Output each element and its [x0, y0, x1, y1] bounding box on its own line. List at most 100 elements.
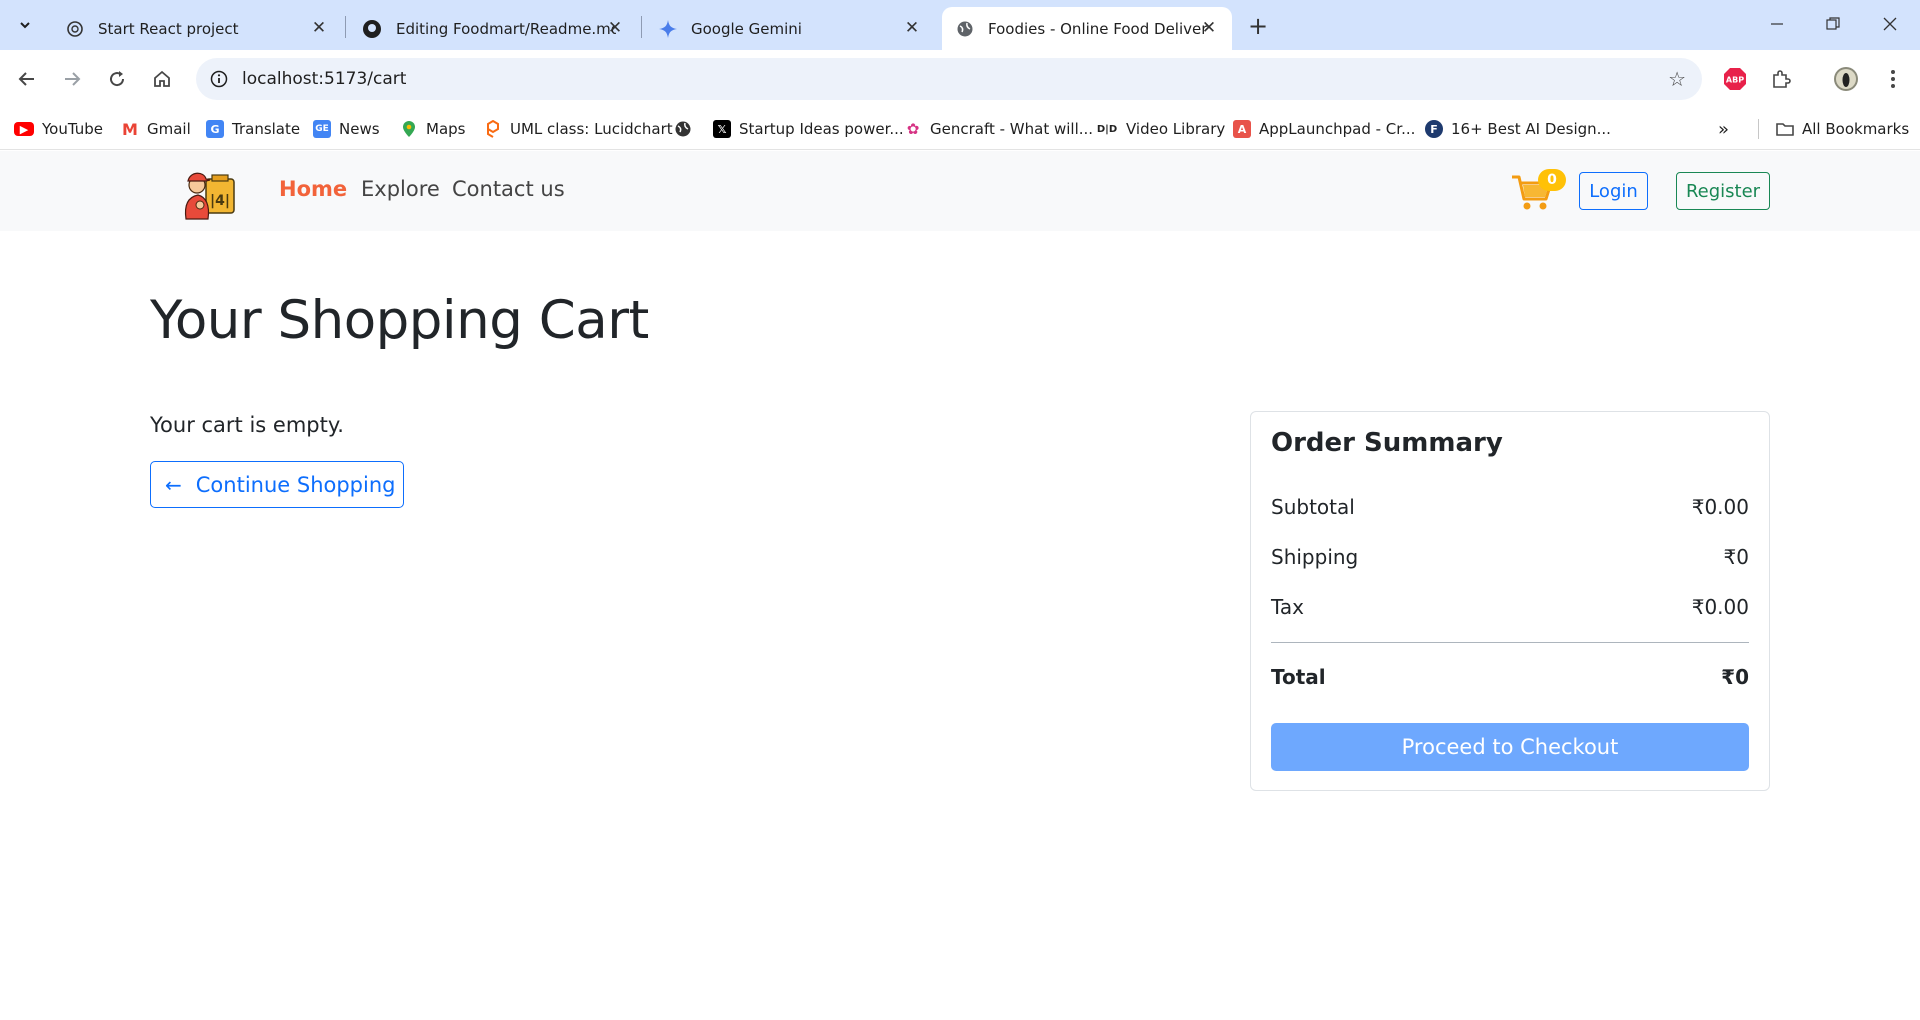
github-icon: [363, 19, 381, 38]
bookmark-translate[interactable]: G Translate: [206, 116, 300, 142]
video-library-icon: D|D: [1096, 123, 1118, 135]
browser-tab-strip: Start React project ✕ Editing Foodmart/R…: [0, 0, 1920, 50]
close-icon[interactable]: ✕: [310, 18, 328, 38]
globe-icon: [675, 121, 691, 137]
tab-start-react[interactable]: Start React project ✕: [52, 7, 342, 50]
bookmark-globe[interactable]: [674, 116, 700, 142]
back-button[interactable]: [10, 62, 44, 96]
cart-button[interactable]: 0: [1510, 169, 1566, 213]
shipping-row: Shipping ₹0: [1271, 542, 1749, 572]
chevron-down-icon: [20, 22, 30, 29]
f-icon: F: [1425, 120, 1443, 138]
foodies-logo[interactable]: |4|: [178, 161, 240, 221]
bookmark-label: Startup Ideas power...: [739, 120, 904, 138]
close-window-button[interactable]: [1870, 8, 1910, 40]
bookmarks-overflow-button[interactable]: »: [1718, 116, 1729, 142]
total-row: Total ₹0: [1271, 662, 1749, 692]
gencraft-icon: ✿: [906, 120, 920, 138]
reload-button[interactable]: [100, 62, 134, 96]
kebab-menu-icon: [1891, 70, 1895, 88]
applaunchpad-icon: A: [1233, 120, 1251, 138]
close-icon[interactable]: ✕: [606, 18, 624, 38]
bookmark-label: AppLaunchpad - Cr...: [1259, 120, 1416, 138]
register-button[interactable]: Register: [1676, 172, 1770, 210]
tax-value: ₹0.00: [1691, 595, 1749, 619]
shipping-label: Shipping: [1271, 545, 1359, 569]
bookmark-label: All Bookmarks: [1802, 120, 1910, 138]
bookmark-applaunchpad[interactable]: A AppLaunchpad - Cr...: [1233, 116, 1415, 142]
bookmark-gmail[interactable]: M Gmail: [121, 116, 191, 142]
bookmark-lucidchart[interactable]: UML class: Lucidchart: [484, 116, 673, 142]
extensions-button[interactable]: [1764, 62, 1798, 96]
bookmark-ai-design[interactable]: F 16+ Best AI Design...: [1425, 116, 1611, 142]
gmail-icon: M: [122, 119, 138, 139]
continue-shopping-label: Continue Shopping: [195, 472, 396, 497]
tab-search-button[interactable]: [8, 8, 42, 42]
tab-title: Start React project: [98, 19, 239, 38]
bookmark-star-icon[interactable]: ☆: [1668, 67, 1686, 91]
new-tab-button[interactable]: +: [1244, 12, 1272, 40]
nav-home-link[interactable]: Home: [279, 177, 347, 201]
proceed-to-checkout-button[interactable]: Proceed to Checkout: [1271, 723, 1749, 771]
bookmark-label: Translate: [232, 120, 301, 138]
svg-text:ABP: ABP: [1726, 76, 1744, 85]
home-button[interactable]: [145, 62, 179, 96]
bookmark-label: Video Library: [1126, 120, 1226, 138]
cart-empty-message: Your cart is empty.: [150, 413, 344, 437]
bookmark-gencraft[interactable]: ✿ Gencraft - What will...: [904, 116, 1093, 142]
bookmark-news[interactable]: GE News: [313, 116, 380, 142]
tab-title: Editing Foodmart/Readme.md at: [396, 19, 616, 38]
arrow-left-icon: ←: [165, 472, 182, 497]
minimize-button[interactable]: [1757, 8, 1797, 40]
bookmark-youtube[interactable]: ▶ YouTube: [14, 116, 103, 142]
login-button[interactable]: Login: [1579, 172, 1648, 210]
gemini-icon: [659, 19, 677, 38]
restore-button[interactable]: [1813, 8, 1853, 40]
maps-icon: [403, 121, 415, 137]
bookmark-label: News: [339, 120, 380, 138]
total-value: ₹0: [1721, 665, 1749, 689]
news-icon: GE: [313, 120, 331, 138]
delivery-man-logo-icon: |4|: [184, 172, 235, 220]
adblock-extension-button[interactable]: ABP: [1718, 62, 1752, 96]
translate-icon: G: [206, 120, 224, 138]
app-navbar: |4| Home Explore Contact us 0 Login Regi…: [0, 151, 1920, 231]
nav-contact-link[interactable]: Contact us: [452, 177, 565, 201]
cart-count-badge: 0: [1538, 169, 1566, 191]
svg-text:|4|: |4|: [210, 193, 230, 209]
close-icon[interactable]: ✕: [1200, 18, 1218, 38]
restore-icon: [1826, 17, 1840, 30]
continue-shopping-button[interactable]: ← Continue Shopping: [150, 461, 404, 508]
site-info-icon[interactable]: [206, 66, 232, 92]
summary-divider: [1271, 642, 1749, 643]
subtotal-value: ₹0.00: [1691, 495, 1749, 519]
chevron-double-right-icon: »: [1718, 118, 1730, 140]
bookmark-maps[interactable]: Maps: [400, 116, 465, 142]
openai-icon: [67, 20, 83, 37]
bookmark-video-library[interactable]: D|D Video Library: [1096, 116, 1225, 142]
tab-github-readme[interactable]: Editing Foodmart/Readme.md at ✕: [348, 7, 638, 50]
address-bar[interactable]: localhost:5173/cart ☆: [196, 58, 1702, 100]
nav-explore-link[interactable]: Explore: [361, 177, 440, 201]
profile-avatar[interactable]: [1829, 62, 1863, 96]
avatar-icon: [1834, 67, 1858, 91]
youtube-icon: ▶: [14, 122, 34, 136]
puzzle-icon: [1773, 70, 1791, 88]
browser-menu-button[interactable]: [1876, 62, 1910, 96]
total-label: Total: [1271, 665, 1326, 689]
all-bookmarks-button[interactable]: All Bookmarks: [1776, 116, 1909, 142]
tab-separator: [345, 16, 346, 38]
forward-button[interactable]: [55, 62, 89, 96]
bookmarks-divider: [1758, 119, 1759, 139]
close-icon[interactable]: ✕: [903, 18, 921, 38]
tab-foodies[interactable]: Foodies - Online Food Delivery ✕: [942, 7, 1232, 50]
order-summary-title: Order Summary: [1271, 428, 1503, 458]
tab-title: Foodies - Online Food Delivery: [988, 19, 1208, 38]
browser-toolbar: localhost:5173/cart ☆ ABP: [0, 50, 1920, 108]
order-summary-card: Order Summary Subtotal ₹0.00 Shipping ₹0…: [1250, 411, 1770, 791]
bookmark-label: 16+ Best AI Design...: [1451, 120, 1611, 138]
tab-separator: [641, 16, 642, 38]
bookmark-startup-ideas[interactable]: 𝕏 Startup Ideas power...: [713, 116, 904, 142]
tax-row: Tax ₹0.00: [1271, 592, 1749, 622]
tab-gemini[interactable]: Google Gemini ✕: [645, 7, 935, 50]
